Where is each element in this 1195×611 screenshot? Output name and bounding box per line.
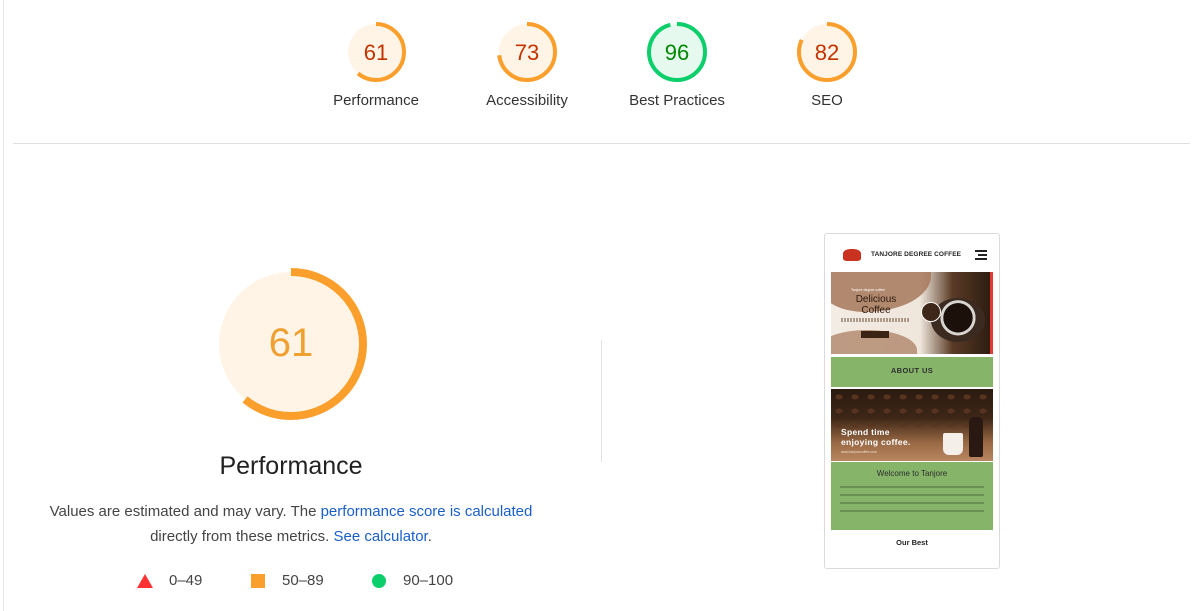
page-screenshot[interactable]: TANJORE DEGREE COFFEE Tanjore degree cof… [824, 233, 1000, 569]
gauge-label: Accessibility [486, 92, 568, 109]
gauge-score: 73 [515, 40, 539, 65]
banner-line: Spend time [841, 427, 890, 437]
legend-pass: 90–100 [371, 572, 453, 589]
gauge-performance[interactable]: 61 Performance [306, 20, 446, 109]
gauge-label: SEO [811, 92, 843, 109]
banner-text: Spend time enjoying coffee. [841, 427, 911, 447]
gauge-accessibility[interactable]: 73 Accessibility [457, 20, 597, 109]
gauge-ring: 73 [497, 22, 557, 82]
coffee-beans-banner: Spend time enjoying coffee. www.tanjorec… [831, 389, 993, 461]
hero-kicker: Tanjore degree coffee [851, 288, 885, 292]
welcome-section: Welcome to Tanjore [831, 462, 993, 530]
gauge-best-practices[interactable]: 96 Best Practices [607, 20, 747, 109]
header-divider [13, 143, 1190, 144]
legend-range: 0–49 [169, 572, 203, 589]
welcome-paragraph [840, 486, 984, 516]
coffee-cup-image [931, 298, 985, 342]
hero-title-line: Delicious [855, 294, 897, 305]
hamburger-menu-icon [975, 250, 987, 260]
site-header: TANJORE DEGREE COFFEE [825, 234, 999, 272]
hero-subtext [841, 318, 909, 322]
gauge-score: 82 [815, 40, 839, 65]
hero-badge-icon [921, 302, 941, 322]
coffee-mug-image [943, 433, 963, 455]
gauge-ring: 82 [797, 22, 857, 82]
coffee-bottle-image [969, 417, 983, 457]
brand-logo-icon [843, 249, 861, 261]
site-brand: TANJORE DEGREE COFFEE [871, 251, 962, 258]
performance-title: Performance [219, 452, 363, 480]
hero-order-button [861, 331, 889, 338]
gauge-score: 61 [364, 40, 388, 65]
legend-fail: 0–49 [137, 572, 202, 589]
gauge-score: 96 [665, 40, 689, 65]
desc-text: . [427, 528, 432, 545]
triangle-icon [137, 573, 153, 588]
banner-url: www.tanjorecoffee.com [841, 450, 878, 454]
desc-text: directly from these metrics. [150, 528, 334, 545]
hero-title: Delicious Coffee [837, 294, 915, 316]
see-calculator-link[interactable]: See calculator [333, 528, 427, 545]
circle-icon [372, 573, 386, 588]
performance-score: 61 [269, 321, 314, 365]
score-legend: 0–49 50–89 90–100 [0, 572, 600, 594]
banner-line: enjoying coffee. [841, 437, 911, 447]
legend-range: 50–89 [282, 572, 324, 589]
score-calculated-link[interactable]: performance score is calculated [321, 503, 533, 520]
performance-gauge-large: 61 [211, 264, 371, 429]
legend-range: 90–100 [403, 572, 454, 589]
gauge-label: Performance [333, 92, 419, 109]
about-section: ABOUT US [831, 357, 993, 387]
gauge-ring: 96 [647, 22, 707, 82]
desc-text: Values are estimated and may vary. The [49, 503, 321, 520]
hero-banner: Tanjore degree coffee Delicious Coffee [831, 272, 993, 354]
hero-edge [990, 272, 993, 354]
gauge-seo[interactable]: 82 SEO [757, 20, 897, 109]
performance-description: Values are estimated and may vary. The p… [40, 499, 542, 549]
square-icon [251, 573, 265, 588]
category-gauges: 61 Performance 73 Accessibility 96 Best … [0, 20, 1195, 130]
our-best-heading: Our Best [896, 538, 928, 547]
legend-average: 50–89 [250, 572, 324, 589]
gauge-ring: 61 [346, 22, 406, 82]
welcome-heading: Welcome to Tanjore [876, 469, 948, 478]
hero-title-line: Coffee [861, 305, 891, 316]
gauge-label: Best Practices [629, 92, 725, 109]
section-divider [601, 340, 602, 462]
about-heading: ABOUT US [890, 366, 934, 375]
